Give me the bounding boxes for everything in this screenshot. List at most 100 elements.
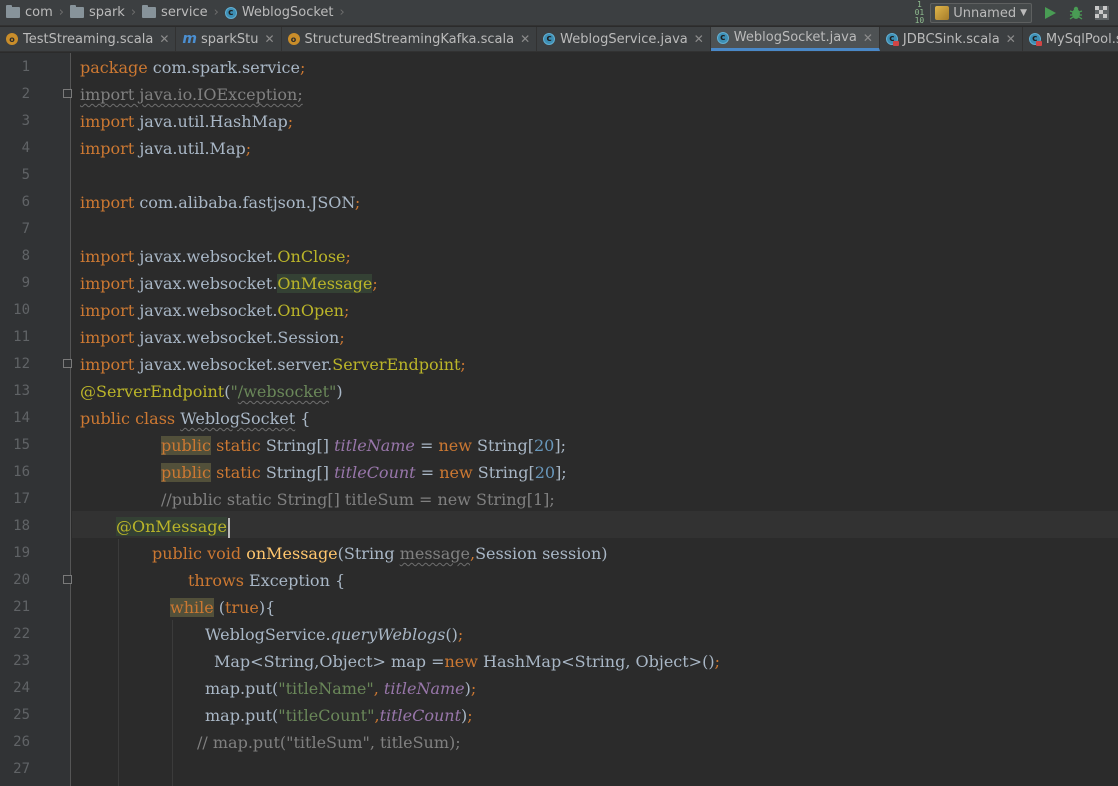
debug-button[interactable] [1066, 3, 1086, 23]
line-number: 20 [13, 572, 30, 588]
toolbar-right: 1 01 10 Unnamed ▼ [915, 0, 1118, 26]
close-icon[interactable]: ✕ [694, 32, 704, 46]
folder-icon [6, 5, 20, 18]
config-icon [935, 6, 950, 20]
text-caret [227, 517, 230, 538]
line-number: 3 [21, 113, 30, 129]
tab-jdbcsink[interactable]: c JDBCSink.scala ✕ [880, 27, 1023, 51]
line-number: 21 [13, 599, 30, 615]
close-icon[interactable]: ✕ [863, 31, 873, 45]
code-line-17: //public static String[] titleSum = new … [161, 490, 555, 509]
tab-weblogservice[interactable]: c WeblogService.java ✕ [537, 27, 711, 51]
close-icon[interactable]: ✕ [159, 32, 169, 46]
code-line-1: package com.spark.service; [80, 58, 306, 77]
breadcrumb-label: WeblogSocket [241, 5, 334, 20]
run-configuration-select[interactable]: Unnamed ▼ [930, 3, 1032, 23]
line-number: 1 [21, 59, 30, 75]
tab-mysqlpool[interactable]: c MySqlPool.scala [1023, 27, 1118, 51]
run-configuration-label: Unnamed [953, 5, 1017, 21]
tab-teststreaming[interactable]: o TestStreaming.scala ✕ [0, 27, 177, 51]
code-line-19: public void onMessage(String message,Ses… [152, 544, 608, 563]
code-line-24: map.put("titleName", titleName); [205, 679, 477, 698]
code-line-15: public static String[] titleName = new S… [161, 436, 566, 455]
chevron-right-icon: › [213, 5, 219, 20]
tab-structuredstreamingkafka[interactable]: o StructuredStreamingKafka.scala ✕ [282, 27, 538, 51]
code-line-11: import javax.websocket.Session; [80, 328, 345, 347]
line-number: 27 [13, 761, 30, 777]
line-number: 9 [21, 275, 30, 291]
line-number: 2 [21, 86, 30, 102]
code-line-13: @ServerEndpoint("/websocket") [80, 382, 343, 401]
run-button[interactable] [1040, 3, 1060, 23]
tab-label: JDBCSink.scala [902, 31, 1000, 47]
code-line-6: import com.alibaba.fastjson.JSON; [80, 193, 361, 212]
fold-marker-icon[interactable] [63, 575, 72, 584]
code-line-10: import javax.websocket.OnOpen; [80, 301, 350, 320]
object-icon: o [6, 33, 18, 45]
line-number: 16 [13, 464, 30, 480]
close-icon[interactable]: ✕ [520, 32, 530, 46]
code-line-21: while (true){ [170, 598, 276, 617]
line-number: 15 [13, 437, 30, 453]
breadcrumb-label: spark [88, 5, 125, 20]
scala-class-icon: c [1028, 33, 1042, 46]
play-icon [1045, 7, 1056, 19]
code-line-4: import java.util.Map; [80, 139, 252, 158]
breadcrumb-com[interactable]: com › [6, 5, 64, 20]
line-number: 18 [13, 518, 30, 534]
code-editor[interactable]: 1 2 3 4 5 6 7 8 9 10 11 12 13 14 15 16 1… [0, 53, 1118, 786]
tab-label: StructuredStreamingKafka.scala [304, 31, 515, 47]
code-line-12: import javax.websocket.server.ServerEndp… [80, 355, 466, 374]
line-number: 23 [13, 653, 30, 669]
tab-label: WeblogService.java [560, 31, 688, 47]
code-line-3: import java.util.HashMap; [80, 112, 294, 131]
tab-sparkstu[interactable]: m sparkStu ✕ [176, 27, 282, 51]
code-line-18: @OnMessage [116, 513, 230, 540]
line-number: 5 [21, 167, 30, 183]
line-number: 12 [13, 356, 30, 372]
scala-class-icon: c [885, 33, 899, 46]
class-icon: c [716, 31, 729, 44]
coverage-button[interactable] [1092, 3, 1112, 23]
line-number: 25 [13, 707, 30, 723]
breadcrumb-service[interactable]: service › [142, 5, 219, 20]
code-line-8: import javax.websocket.OnClose; [80, 247, 351, 266]
close-icon[interactable]: ✕ [264, 32, 274, 46]
chevron-right-icon: › [339, 5, 345, 20]
breadcrumb-weblogsocket[interactable]: c WeblogSocket › [224, 5, 345, 20]
class-icon: c [543, 33, 556, 45]
code-line-14: public class WeblogSocket { [80, 409, 311, 428]
folder-icon [142, 5, 157, 18]
line-number: 6 [21, 194, 30, 210]
line-number: 17 [13, 491, 30, 507]
coverage-icon [1095, 6, 1109, 20]
line-number: 7 [21, 221, 30, 237]
editor-tab-bar: o TestStreaming.scala ✕ m sparkStu ✕ o S… [0, 27, 1118, 52]
line-number: 13 [13, 383, 30, 399]
line-number: 22 [13, 626, 30, 642]
line-number: 10 [13, 302, 30, 318]
code-line-20: throws Exception { [188, 571, 346, 590]
code-line-23: Map<String,Object> map =new HashMap<Stri… [214, 652, 720, 671]
bug-icon [1069, 6, 1083, 20]
line-number: 4 [21, 140, 30, 156]
fold-marker-icon[interactable] [63, 89, 72, 98]
chevron-down-icon: ▼ [1020, 8, 1027, 18]
chevron-right-icon: › [130, 5, 137, 20]
code-line-26: // map.put("titleSum", titleSum); [197, 733, 461, 752]
code-line-2: import java.io.IOException; [80, 85, 303, 104]
line-number: 8 [21, 248, 30, 264]
vcs-binary-icon[interactable]: 1 01 10 [915, 1, 925, 25]
line-number-gutter[interactable]: 1 2 3 4 5 6 7 8 9 10 11 12 13 14 15 16 1… [0, 53, 72, 786]
breadcrumb-spark[interactable]: spark › [69, 5, 137, 20]
breadcrumb-label: service [161, 5, 208, 20]
class-icon: c [224, 6, 237, 19]
code-line-25: map.put("titleCount",titleCount); [205, 706, 473, 725]
tab-label: sparkStu [201, 31, 259, 47]
fold-marker-icon[interactable] [63, 359, 72, 368]
tab-weblogsocket[interactable]: c WeblogSocket.java ✕ [710, 27, 880, 51]
folder-icon [69, 5, 84, 18]
navigation-bar: com › spark › service › c WeblogSocket ›… [0, 0, 1118, 26]
line-number: 11 [13, 329, 30, 345]
close-icon[interactable]: ✕ [1006, 32, 1016, 46]
